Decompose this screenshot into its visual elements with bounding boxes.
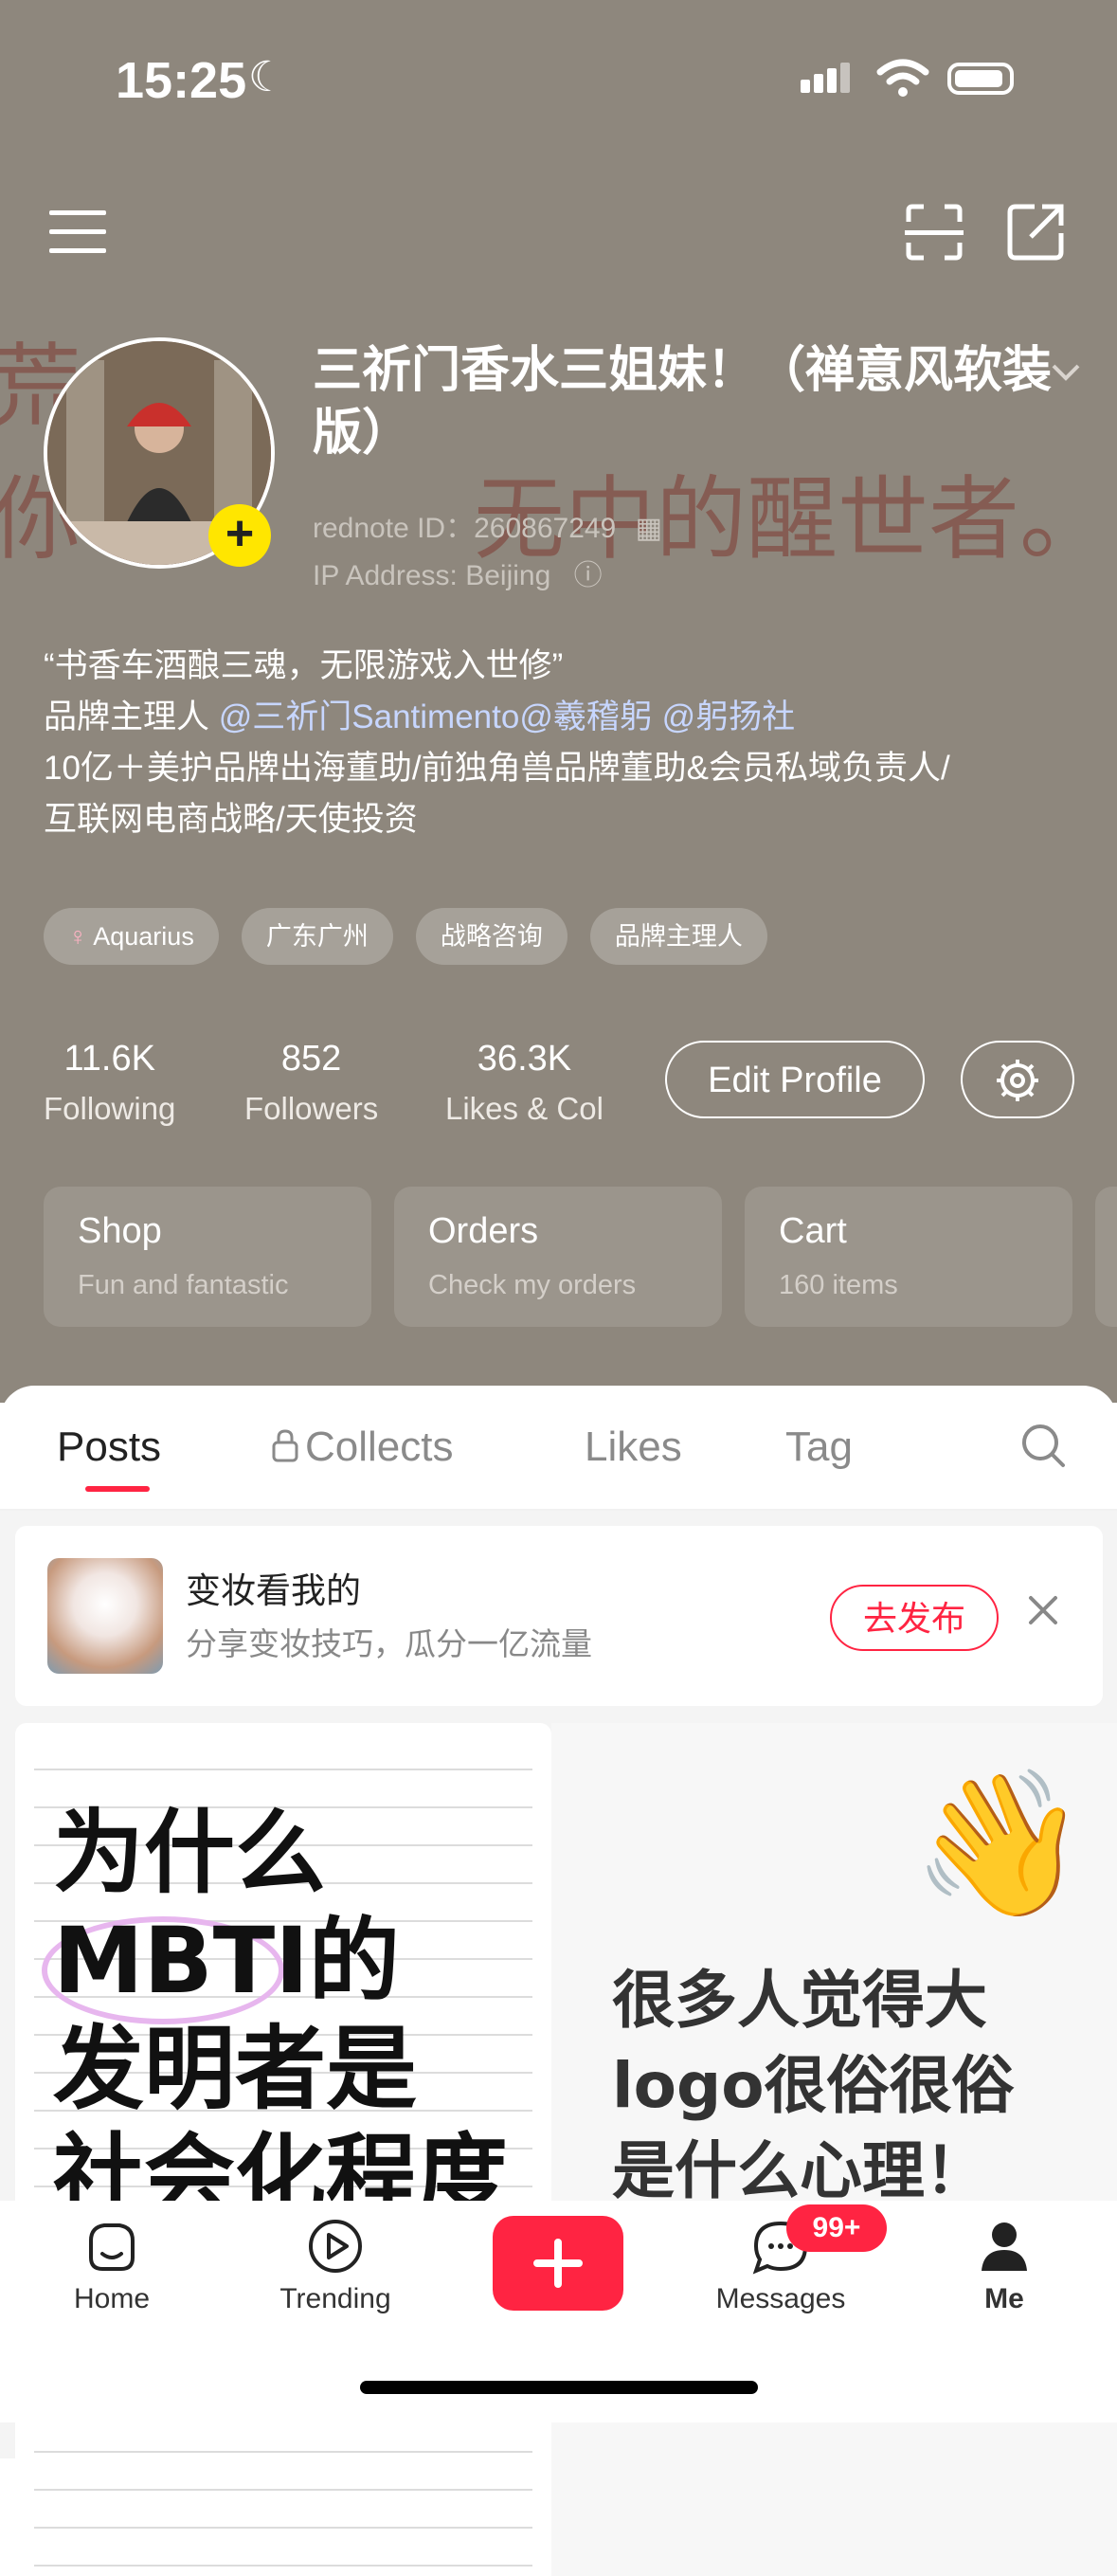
tab-label: Collects (305, 1424, 454, 1470)
info-icon[interactable]: ⓘ (574, 560, 603, 591)
plus-icon (533, 2239, 583, 2288)
close-icon[interactable] (1027, 1594, 1059, 1626)
female-icon: ♀ (68, 922, 88, 951)
cover-line: 发明者是 (53, 2016, 417, 2122)
profile-bio: “书香车酒酿三魂，无限游戏入世修” 品牌主理人 @三祈门Santimento@羲… (44, 641, 1086, 845)
status-bar: 15:25 ☾ (0, 0, 1117, 161)
nav-label: Home (73, 2283, 151, 2314)
promo-thumbnail (47, 1558, 163, 1674)
search-icon[interactable] (1019, 1422, 1067, 1469)
cover-line: 很多人觉得大 (612, 1964, 987, 2037)
moon-icon: ☾ (248, 54, 286, 100)
tab-collects[interactable]: Collects (271, 1424, 454, 1471)
stat-likes[interactable]: 36.3K Likes & Col (445, 1033, 604, 1134)
bio-line-2: 品牌主理人 @三祈门Santimento@羲稽躬 @躬扬社 (44, 692, 1086, 743)
tag-role[interactable]: 品牌主理人 (589, 908, 767, 965)
shop-card[interactable]: Shop Fun and fantastic (44, 1187, 371, 1327)
cover-line: 为什么 (53, 1800, 326, 1906)
card-title: Shop (78, 1211, 162, 1251)
stat-label: Likes & Col (445, 1091, 604, 1126)
profile-name: 三祈门香水三姐妹！（禅意风软装版） (313, 343, 1053, 461)
post-card[interactable]: 为什么 MBTI的 发明者是 社会化程度 (15, 1723, 551, 2576)
promo-subtitle: 分享变妆技巧，瓜分一亿流量 (186, 1626, 592, 1661)
tag-label: Aquarius (93, 922, 194, 951)
post-card[interactable]: 👋 很多人觉得大 logo很俗很俗 是什么心理！ (551, 1723, 1117, 2576)
gear-icon (997, 1060, 1038, 1101)
promo-banner[interactable]: 变妆看我的 分享变妆技巧，瓜分一亿流量 去发布 (15, 1526, 1103, 1706)
nav-label: Me (984, 2283, 1024, 2314)
stat-following[interactable]: 11.6K Following (44, 1033, 175, 1134)
ip-address: IP Address: Beijing (313, 560, 551, 591)
card-subtitle: Check my orders (428, 1270, 637, 1300)
card-subtitle: Fun and fantastic (78, 1270, 289, 1300)
nav-label: Trending (279, 2283, 391, 2314)
tab-likes[interactable]: Likes (585, 1424, 682, 1471)
tab-tag[interactable]: Tag (785, 1424, 853, 1471)
stat-value: 36.3K (477, 1039, 572, 1079)
active-tab-indicator (85, 1486, 150, 1492)
stat-value: 852 (280, 1039, 342, 1079)
settings-button[interactable] (961, 1041, 1074, 1118)
bio-prefix: 品牌主理人 (44, 698, 219, 735)
scan-icon[interactable] (905, 203, 964, 262)
bio-line-3: 10亿＋美护品牌出海董助/前独角兽品牌董助&会员私域负责人/ (44, 750, 950, 787)
card-title: Cart (779, 1211, 847, 1251)
bio-line-1: “书香车酒酿三魂，无限游戏入世修” (44, 647, 564, 684)
chevron-down-icon[interactable] (1050, 362, 1082, 383)
tag-zodiac[interactable]: ♀ Aquarius (44, 908, 219, 965)
play-icon (309, 2220, 362, 2273)
person-icon (982, 2222, 1027, 2271)
edit-profile-button[interactable]: Edit Profile (665, 1041, 925, 1118)
stat-label: Following (44, 1091, 176, 1126)
stat-label: Followers (244, 1091, 379, 1126)
menu-icon[interactable] (49, 210, 106, 254)
qr-code-icon[interactable]: ▦ (636, 513, 662, 544)
share-icon[interactable] (1006, 201, 1067, 262)
profile-tabs: Posts Collects Likes Tag (0, 1386, 1117, 1509)
mention-link[interactable]: @三祈门Santimento (219, 698, 520, 735)
card-title: Orders (428, 1211, 539, 1251)
wifi-icon (876, 59, 929, 97)
nav-label: Messages (715, 2283, 846, 2314)
lock-icon (272, 1429, 298, 1462)
home-icon (89, 2223, 135, 2271)
cart-card[interactable]: Cart 160 items (745, 1187, 1072, 1327)
more-card[interactable] (1095, 1187, 1117, 1327)
bio-line-4: 互联网电商战略/天使投资 (44, 801, 418, 838)
stat-followers[interactable]: 852 Followers (244, 1033, 378, 1134)
unread-badge: 99+ (786, 2204, 887, 2252)
cover-line: MBTI的 (53, 1908, 400, 2014)
tab-posts[interactable]: Posts (57, 1424, 161, 1471)
cellular-signal-icon (801, 63, 854, 93)
card-subtitle: 160 items (779, 1270, 898, 1300)
nav-home[interactable]: Home (57, 2218, 167, 2315)
nav-me[interactable]: Me (957, 2218, 1052, 2315)
mention-link[interactable]: @躬扬社 (653, 698, 796, 735)
nav-trending[interactable]: Trending (269, 2218, 402, 2315)
promo-title: 变妆看我的 (186, 1571, 361, 1610)
post-cover-text: 为什么 MBTI的 发明者是 社会化程度 (53, 1799, 508, 2231)
orders-card[interactable]: Orders Check my orders (394, 1187, 722, 1327)
tag-location[interactable]: 广东广州 (241, 908, 393, 965)
post-cover-text: 很多人觉得大 logo很俗很俗 是什么心理！ (612, 1958, 1015, 2214)
home-indicator (360, 2381, 758, 2394)
battery-icon (947, 63, 1014, 95)
create-post-button[interactable] (493, 2216, 623, 2311)
status-time: 15:25 (116, 52, 247, 109)
waving-hand-icon: 👋 (911, 1764, 1089, 1923)
mention-link[interactable]: @羲稽躬 (519, 698, 653, 735)
ip-address-row: IP Address: Beijing ⓘ (313, 552, 603, 593)
cover-line: logo很俗很俗 (612, 2049, 1015, 2122)
profile-tags: ♀ Aquarius 广东广州 战略咨询 品牌主理人 (44, 908, 767, 965)
add-status-button[interactable]: + (208, 504, 271, 567)
rednote-id-row[interactable]: rednote ID：260867249 ▦ (313, 504, 662, 546)
tag-industry[interactable]: 战略咨询 (415, 908, 568, 965)
publish-button[interactable]: 去发布 (830, 1585, 999, 1651)
stat-value: 11.6K (63, 1039, 155, 1079)
rednote-id: rednote ID：260867249 (313, 513, 617, 544)
